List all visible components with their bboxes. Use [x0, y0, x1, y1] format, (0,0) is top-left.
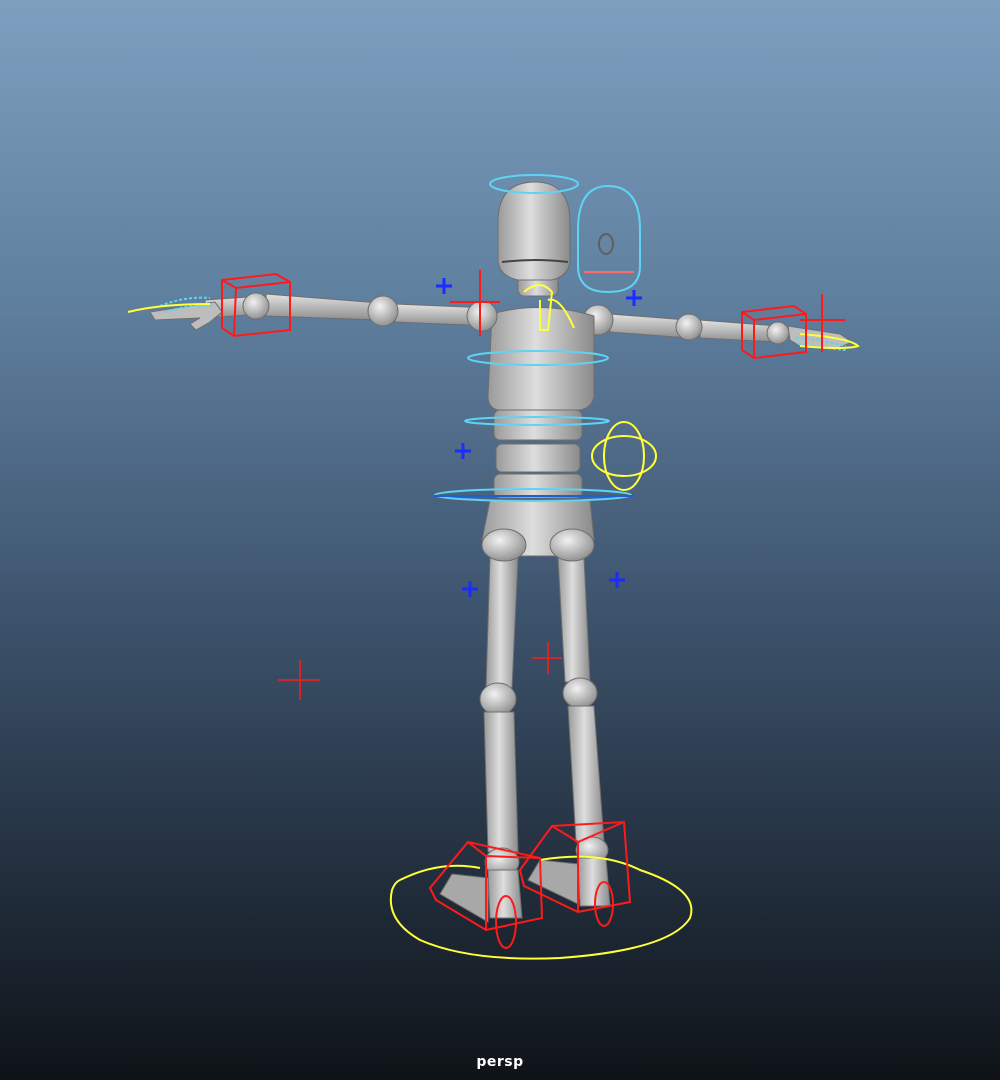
right-elbow[interactable]: [675, 313, 703, 341]
scene-canvas[interactable]: [0, 0, 1000, 1080]
left-wrist[interactable]: [242, 292, 270, 320]
face-panel-control-icon[interactable]: [577, 184, 641, 294]
right-shin[interactable]: [567, 705, 605, 843]
spine-segment-3[interactable]: [493, 473, 583, 499]
character-mesh[interactable]: [149, 181, 854, 923]
left-thigh[interactable]: [485, 557, 519, 689]
left-upper-arm[interactable]: [265, 293, 381, 321]
locator-cross-icon[interactable]: [455, 443, 471, 459]
left-shoulder[interactable]: [466, 300, 498, 332]
left-hip-joint[interactable]: [481, 528, 527, 562]
head[interactable]: [497, 181, 571, 281]
locator-cross-icon[interactable]: [462, 581, 478, 597]
right-hip-joint[interactable]: [549, 528, 595, 562]
left-toe[interactable]: [439, 873, 489, 923]
left-foot-block[interactable]: [487, 869, 523, 919]
spine-segment-2[interactable]: [495, 443, 581, 473]
locator-cross-icon[interactable]: [609, 572, 625, 588]
right-forearm[interactable]: [699, 319, 779, 343]
right-knee[interactable]: [562, 677, 598, 709]
cog-control-vertical-icon[interactable]: [603, 421, 645, 491]
left-shin[interactable]: [483, 711, 519, 853]
eye-control-icon[interactable]: [598, 233, 614, 255]
left-knee-pole-icon[interactable]: [278, 660, 320, 700]
left-knee[interactable]: [479, 682, 517, 716]
left-elbow[interactable]: [367, 295, 399, 327]
right-thigh[interactable]: [557, 557, 591, 683]
right-knee-pole-icon[interactable]: [532, 642, 562, 674]
right-wrist[interactable]: [766, 321, 790, 345]
right-toe[interactable]: [527, 859, 579, 905]
cog-control-horizontal-icon[interactable]: [591, 435, 657, 477]
persp-viewport[interactable]: persp: [0, 0, 1000, 1080]
locator-cross-icon[interactable]: [626, 290, 642, 306]
camera-name-label: persp: [476, 1054, 524, 1070]
locator-cross-icon[interactable]: [436, 278, 452, 294]
